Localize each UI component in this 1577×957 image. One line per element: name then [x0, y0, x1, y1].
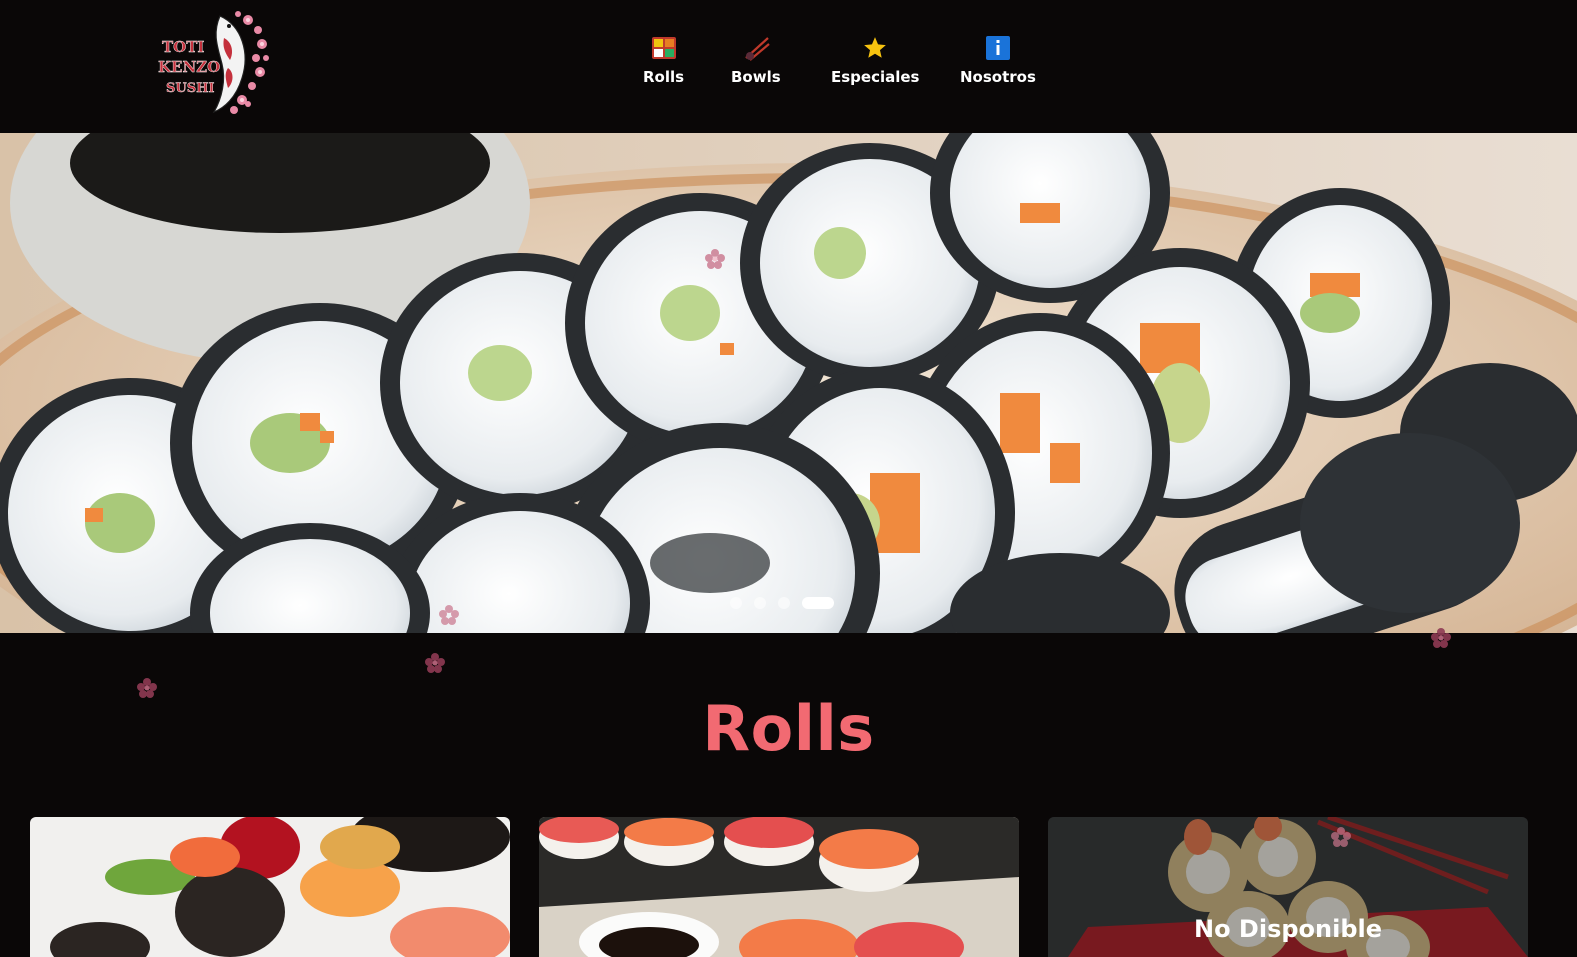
- carousel-dot-2[interactable]: [754, 597, 766, 609]
- carousel-dot-1[interactable]: [730, 597, 742, 609]
- status-unavailable: No Disponible: [1193, 915, 1383, 943]
- star-icon: [861, 34, 889, 62]
- cherry-blossom-icon: [1431, 628, 1451, 648]
- cherry-blossom-icon: [1331, 827, 1351, 847]
- carousel-dot-3[interactable]: [778, 597, 790, 609]
- sushi-rolls-image: [0, 133, 1577, 633]
- bento-box-icon: [650, 34, 678, 62]
- cherry-blossom-icon: [705, 249, 725, 269]
- nav-item-bowls[interactable]: Bowls: [731, 34, 781, 86]
- sushi-platter-image: [30, 817, 510, 957]
- hero-carousel[interactable]: [0, 133, 1577, 633]
- chopsticks-icon: [742, 34, 770, 62]
- info-icon: [984, 34, 1012, 62]
- product-card-3[interactable]: No Disponible: [1048, 817, 1528, 957]
- nav-label-bowls: Bowls: [731, 68, 781, 86]
- carousel-indicators: [0, 597, 1577, 611]
- section-title-rolls: Rolls: [702, 692, 875, 765]
- site-header: TOTI KENZO SUSHI Rolls Bowls Especiales …: [0, 0, 1577, 133]
- nav-item-especiales[interactable]: Especiales: [831, 34, 919, 86]
- nav-label-rolls: Rolls: [643, 68, 685, 86]
- product-card-1[interactable]: [30, 817, 510, 957]
- main-nav: Rolls Bowls Especiales Nosotros: [0, 34, 1577, 94]
- product-card-2[interactable]: [539, 817, 1019, 957]
- nav-label-nosotros: Nosotros: [960, 68, 1036, 86]
- nav-label-especiales: Especiales: [831, 68, 920, 86]
- nigiri-image: [539, 817, 1019, 957]
- carousel-dot-4[interactable]: [802, 597, 834, 609]
- nav-item-nosotros[interactable]: Nosotros: [960, 34, 1036, 86]
- nav-item-rolls[interactable]: Rolls: [643, 34, 684, 86]
- cherry-blossom-icon: [439, 605, 459, 625]
- cherry-blossom-icon: [425, 653, 445, 673]
